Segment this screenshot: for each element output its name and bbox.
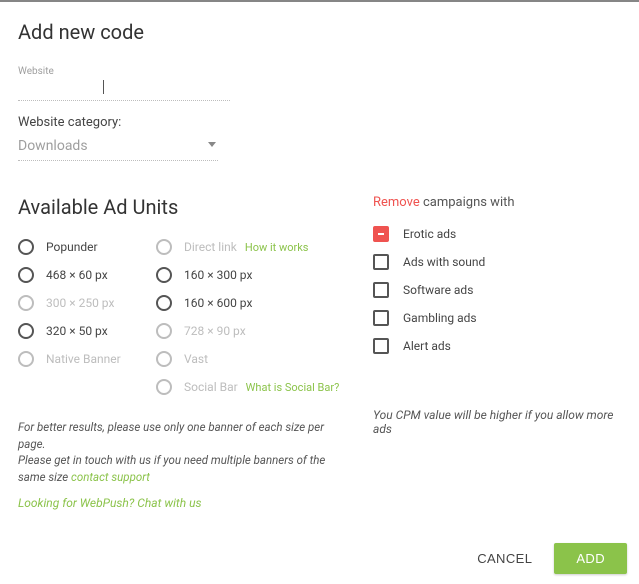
- remove-option-label: Alert ads: [403, 339, 451, 353]
- ad-unit-option[interactable]: 320 × 50 px: [18, 317, 156, 345]
- website-label: Website: [18, 66, 230, 77]
- ad-units-title: Available Ad Units: [18, 195, 353, 219]
- ad-unit-option: 300 × 250 px: [18, 289, 156, 317]
- ad-unit-option[interactable]: 468 × 60 px: [18, 261, 156, 289]
- radio-icon: [18, 267, 34, 283]
- ad-unit-option[interactable]: Popunder: [18, 233, 156, 261]
- radio-icon: [18, 351, 34, 367]
- radio-icon: [156, 295, 172, 311]
- remove-option[interactable]: Erotic ads: [373, 220, 509, 248]
- remove-option[interactable]: Ads with sound: [373, 248, 509, 276]
- ad-unit-label: Popunder: [46, 240, 98, 254]
- ad-unit-option: 728 × 90 px: [156, 317, 346, 345]
- remove-checkbox-grid: Erotic ads Ads with sound Software ads Gamb…: [373, 220, 621, 360]
- remove-section: Remove campaigns with Erotic ads Ads with…: [353, 195, 621, 510]
- add-code-dialog: Add new code Website Website category: D…: [0, 2, 639, 584]
- website-input[interactable]: [18, 81, 230, 101]
- add-button[interactable]: ADD: [554, 543, 627, 574]
- ad-unit-option: Vast: [156, 345, 346, 373]
- ad-unit-label: Direct link: [184, 240, 237, 254]
- checkbox-icon: [373, 282, 389, 298]
- ad-unit-option: Social Bar What is Social Bar?: [156, 373, 346, 401]
- ad-unit-option[interactable]: 160 × 600 px: [156, 289, 346, 317]
- chevron-down-icon: [208, 142, 216, 147]
- ad-unit-label: Social Bar: [184, 380, 238, 394]
- contact-support-link[interactable]: contact support: [71, 470, 150, 484]
- remove-rest: campaigns with: [420, 195, 515, 210]
- ad-units-notes: For better results, please use only one …: [18, 419, 338, 486]
- remove-option-label: Erotic ads: [403, 227, 456, 241]
- category-value: Downloads: [18, 138, 88, 154]
- radio-icon: [156, 239, 172, 255]
- remove-option-label: Ads with sound: [403, 255, 485, 269]
- checkbox-icon: [373, 338, 389, 354]
- radio-icon: [18, 295, 34, 311]
- ad-unit-label: 160 × 600 px: [184, 296, 252, 310]
- text-caret: [103, 80, 104, 94]
- remove-word: Remove: [373, 195, 420, 210]
- remove-option[interactable]: Software ads: [373, 276, 509, 304]
- ad-unit-label: 728 × 90 px: [184, 324, 246, 338]
- cpm-note: You CPM value will be higher if you allo…: [373, 408, 621, 436]
- ad-unit-label: Vast: [184, 352, 208, 366]
- ad-units-section: Available Ad Units Popunder 468 × 60 px 30…: [18, 195, 353, 510]
- cancel-button[interactable]: CANCEL: [473, 543, 536, 574]
- ad-unit-label: Native Banner: [46, 352, 121, 366]
- radio-icon: [156, 323, 172, 339]
- checkbox-icon: [373, 310, 389, 326]
- checkbox-icon: [373, 226, 389, 242]
- checkbox-icon: [373, 254, 389, 270]
- remove-option-label: Gambling ads: [403, 311, 477, 325]
- note-line-1: For better results, please use only one …: [18, 419, 338, 452]
- category-select[interactable]: Downloads: [18, 138, 218, 161]
- ad-unit-label: 300 × 250 px: [46, 296, 114, 310]
- remove-option[interactable]: Gambling ads: [373, 304, 509, 332]
- radio-icon: [156, 351, 172, 367]
- radio-icon: [156, 267, 172, 283]
- ad-unit-help-link[interactable]: How it works: [245, 241, 309, 254]
- category-label: Website category:: [18, 115, 621, 130]
- remove-option-label: Software ads: [403, 283, 473, 297]
- ad-unit-label: 320 × 50 px: [46, 324, 108, 338]
- dialog-title: Add new code: [18, 20, 621, 44]
- ad-units-col-1: Popunder 468 × 60 px 300 × 250 px 320 × 50 …: [18, 233, 156, 401]
- ad-unit-label: 468 × 60 px: [46, 268, 108, 282]
- note-line-2: Please get in touch with us if you need …: [18, 452, 338, 485]
- website-field[interactable]: Website: [18, 66, 230, 101]
- remove-option[interactable]: Alert ads: [373, 332, 509, 360]
- webpush-link[interactable]: Looking for WebPush? Chat with us: [18, 496, 353, 510]
- ad-unit-option: Direct link How it works: [156, 233, 346, 261]
- radio-icon: [18, 323, 34, 339]
- ad-unit-option[interactable]: 160 × 300 px: [156, 261, 346, 289]
- remove-heading: Remove campaigns with: [373, 195, 621, 210]
- dialog-footer: CANCEL ADD: [473, 543, 627, 574]
- radio-icon: [18, 239, 34, 255]
- ad-unit-label: 160 × 300 px: [184, 268, 252, 282]
- radio-icon: [156, 379, 172, 395]
- ad-unit-help-link[interactable]: What is Social Bar?: [246, 381, 340, 394]
- ad-unit-option: Native Banner: [18, 345, 156, 373]
- ad-units-col-2: Direct link How it works 160 × 300 px 160 ×…: [156, 233, 346, 401]
